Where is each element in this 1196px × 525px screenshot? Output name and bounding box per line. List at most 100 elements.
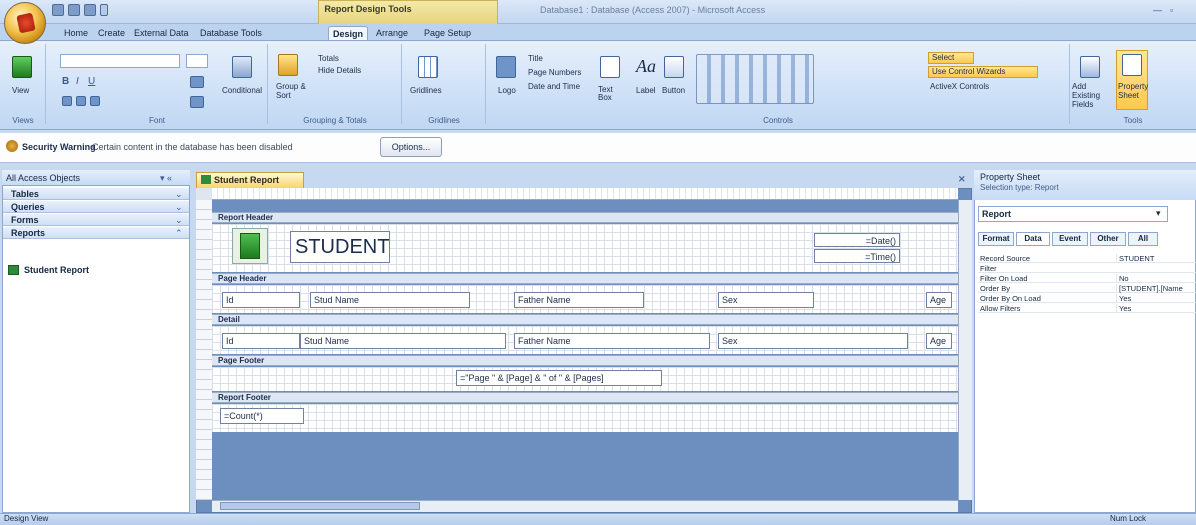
prop-row[interactable]: Record Source STUDENT <box>978 254 1196 263</box>
use-control-wizards-button[interactable]: Use Control Wizards <box>928 66 1038 78</box>
align-center-icon[interactable] <box>76 96 86 106</box>
options-button[interactable]: Options... <box>380 137 442 157</box>
redo-icon[interactable] <box>84 4 96 16</box>
scrollbar-thumb[interactable] <box>220 502 420 510</box>
customize-qat-icon[interactable] <box>100 4 108 16</box>
nav-group-reports[interactable]: Reports ⌃ <box>3 227 189 239</box>
title-button[interactable]: Title <box>528 54 543 63</box>
document-tab-label[interactable]: Student Report <box>214 175 279 185</box>
hide-details-button[interactable]: Hide Details <box>318 66 361 75</box>
gridlines-button[interactable]: Gridlines <box>410 86 442 95</box>
prop-row[interactable]: Allow Filters Yes <box>978 304 1196 313</box>
label-icon[interactable]: Aa <box>636 56 656 77</box>
fill-color-icon[interactable] <box>190 96 204 108</box>
group-sort-button[interactable]: Group & Sort <box>276 82 310 100</box>
tab-create[interactable]: Create <box>94 26 129 40</box>
label-father-name[interactable]: Father Name <box>514 292 644 308</box>
tab-database-tools[interactable]: Database Tools <box>196 26 266 40</box>
text-box-icon[interactable] <box>600 56 620 78</box>
button-button[interactable]: Button <box>662 86 685 95</box>
selection-dropdown[interactable]: Report <box>978 206 1168 222</box>
activex-button[interactable]: ActiveX Controls <box>930 82 989 91</box>
tab-arrange[interactable]: Arrange <box>372 26 412 40</box>
property-sheet-button[interactable]: Property Sheet <box>1118 82 1148 100</box>
tab-home[interactable]: Home <box>60 26 92 40</box>
section-bar-page-footer[interactable]: Page Footer <box>212 355 958 366</box>
prop-tab-data[interactable]: Data <box>1016 232 1050 246</box>
label-button[interactable]: Label <box>636 86 656 95</box>
chevron-down-icon[interactable]: ▾ <box>1156 208 1161 219</box>
prop-value[interactable]: STUDENT <box>1116 254 1196 263</box>
select-button[interactable]: Select <box>928 52 974 64</box>
property-sheet-icon[interactable] <box>1122 54 1142 76</box>
time-field[interactable]: =Time() <box>814 249 900 263</box>
button-icon[interactable] <box>664 56 684 78</box>
add-fields-icon[interactable] <box>1080 56 1100 78</box>
close-icon[interactable]: ✕ <box>958 174 966 185</box>
date-time-button[interactable]: Date and Time <box>528 82 580 91</box>
logo-button[interactable]: Logo <box>498 86 516 95</box>
count-field[interactable]: =Count(*) <box>220 408 304 424</box>
italic-icon[interactable]: I <box>76 76 79 87</box>
align-left-icon[interactable] <box>62 96 72 106</box>
prop-row[interactable]: Order By [STUDENT].[Name <box>978 284 1196 293</box>
minimize-icon[interactable]: — <box>1153 5 1162 15</box>
section-bar-page-header[interactable]: Page Header <box>212 273 958 284</box>
font-size-box[interactable] <box>186 54 208 68</box>
page-numbers-button[interactable]: Page Numbers <box>528 68 581 77</box>
logo-icon[interactable] <box>496 56 516 78</box>
nav-item-label[interactable]: Student Report <box>24 265 89 275</box>
align-right-icon[interactable] <box>90 96 100 106</box>
totals-button[interactable]: Totals <box>318 54 339 63</box>
prop-tab-all[interactable]: All <box>1128 232 1158 246</box>
label-id[interactable]: Id <box>222 292 300 308</box>
prop-tab-other[interactable]: Other <box>1090 232 1126 246</box>
report-selector[interactable] <box>196 188 212 200</box>
office-button[interactable] <box>4 2 46 44</box>
view-icon[interactable] <box>12 56 32 78</box>
tab-design[interactable]: Design <box>328 26 369 40</box>
section-bar-detail[interactable]: Detail <box>212 314 958 325</box>
prop-value[interactable]: Yes <box>1116 294 1196 303</box>
section-bar-report-footer[interactable]: Report Footer <box>212 392 958 403</box>
view-button[interactable]: View <box>12 86 29 95</box>
field-stud-name[interactable]: Stud Name <box>300 333 506 349</box>
field-sex[interactable]: Sex <box>718 333 908 349</box>
nav-group-queries[interactable]: Queries ⌄ <box>3 201 189 213</box>
font-name-box[interactable] <box>60 54 180 68</box>
date-field[interactable]: =Date() <box>814 233 900 247</box>
prop-row[interactable]: Filter On Load No <box>978 274 1196 283</box>
field-id[interactable]: Id <box>222 333 300 349</box>
prop-tab-event[interactable]: Event <box>1052 232 1088 246</box>
field-father-name[interactable]: Father Name <box>514 333 710 349</box>
conditional-button[interactable]: Conditional <box>222 86 262 95</box>
font-color-icon[interactable] <box>190 76 204 88</box>
tab-page-setup[interactable]: Page Setup <box>420 26 475 40</box>
control-gallery-icons[interactable] <box>696 54 814 104</box>
gridlines-icon[interactable] <box>418 56 438 78</box>
label-age[interactable]: Age <box>926 292 952 308</box>
nav-collapse-icon[interactable]: ▾ « <box>160 173 172 184</box>
group-sort-icon[interactable] <box>278 54 298 76</box>
add-existing-fields-button[interactable]: Add Existing Fields <box>1072 82 1112 109</box>
label-stud-name[interactable]: Stud Name <box>310 292 470 308</box>
tab-external-data[interactable]: External Data <box>130 26 193 40</box>
maximize-icon[interactable]: ▫ <box>1170 5 1173 15</box>
underline-icon[interactable]: U <box>88 76 95 87</box>
prop-value[interactable]: Yes <box>1116 304 1196 313</box>
save-icon[interactable] <box>52 4 64 16</box>
prop-row[interactable]: Filter <box>978 264 1196 273</box>
nav-title[interactable]: All Access Objects <box>6 173 80 183</box>
vertical-scrollbar[interactable] <box>958 200 972 500</box>
text-box-button[interactable]: Text Box <box>598 86 622 102</box>
prop-value[interactable]: No <box>1116 274 1196 283</box>
undo-icon[interactable] <box>68 4 80 16</box>
nav-group-forms[interactable]: Forms ⌄ <box>3 214 189 226</box>
field-age[interactable]: Age <box>926 333 952 349</box>
bold-icon[interactable]: B <box>62 76 69 87</box>
prop-value[interactable]: [STUDENT].[Name <box>1116 284 1196 293</box>
nav-group-tables[interactable]: Tables ⌄ <box>3 188 189 200</box>
section-bar-report-header[interactable]: Report Header <box>212 212 958 223</box>
label-sex[interactable]: Sex <box>718 292 814 308</box>
prop-tab-format[interactable]: Format <box>978 232 1014 246</box>
